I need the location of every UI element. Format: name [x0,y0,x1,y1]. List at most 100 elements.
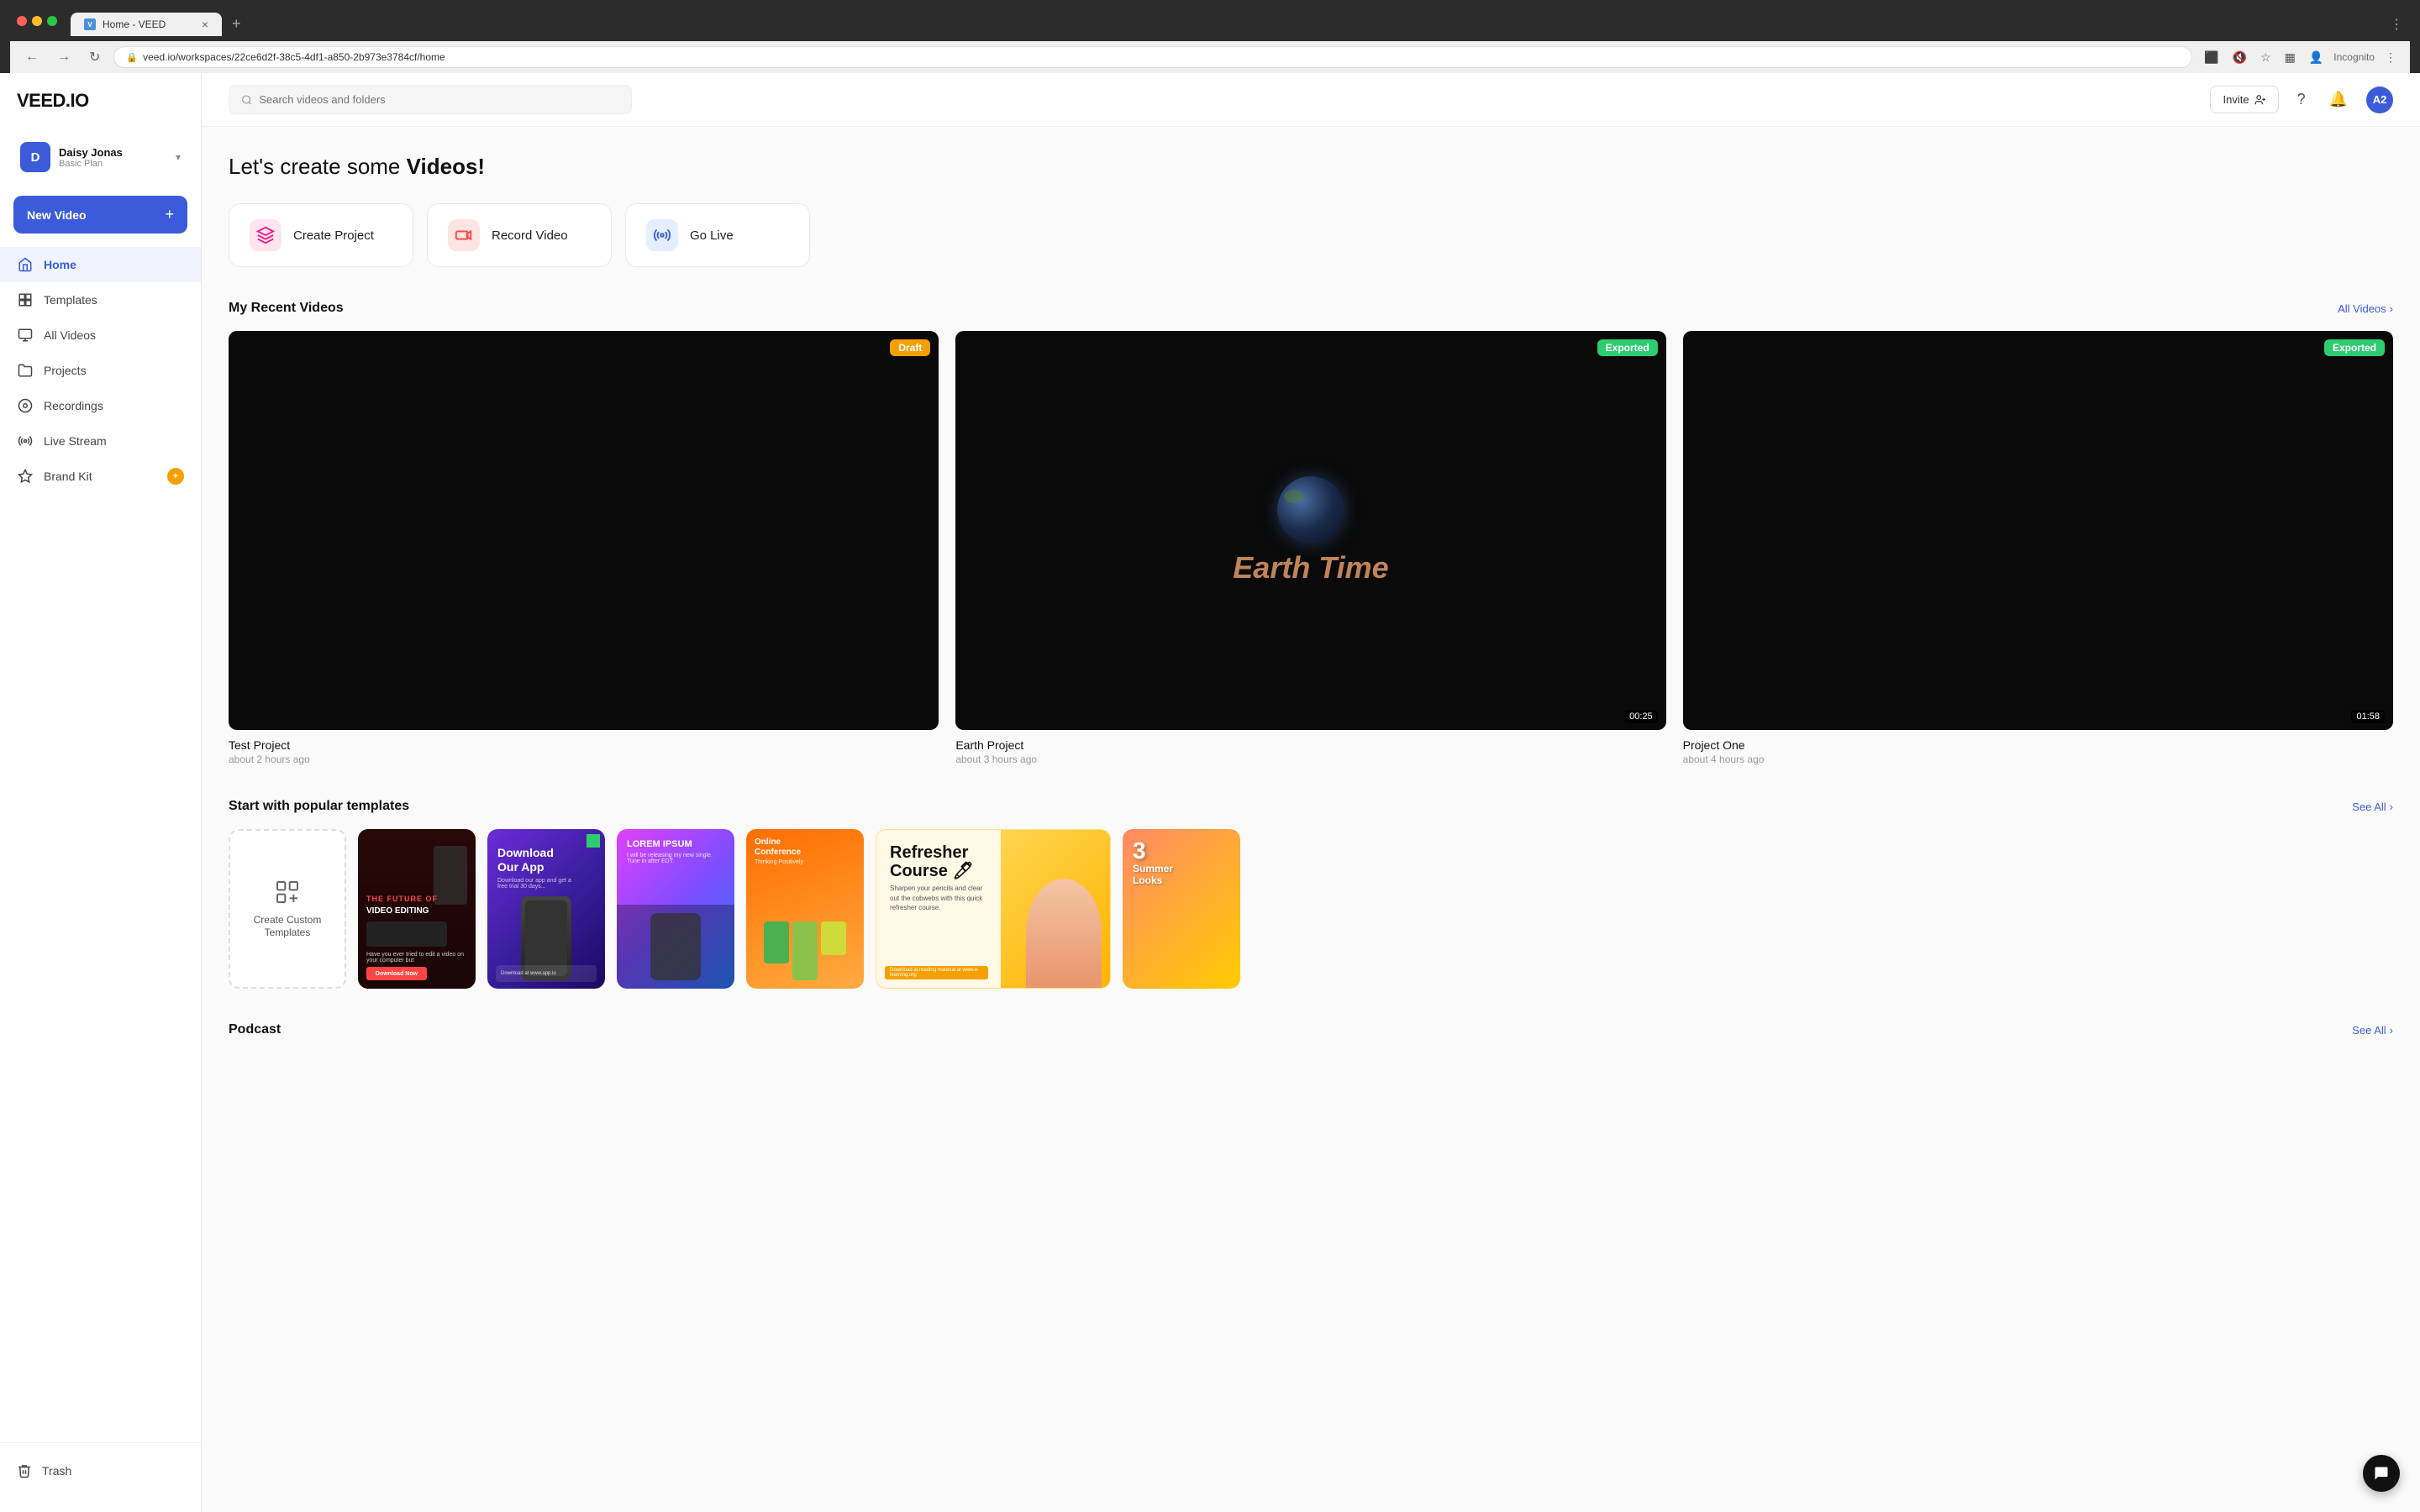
notifications-button[interactable]: 🔔 [2324,86,2353,113]
nav-items: Home Templates All Videos Projects [0,247,201,1442]
user-avatar-topbar[interactable]: A2 [2366,87,2393,113]
go-live-card[interactable]: Go Live [625,203,810,267]
video-card-test-project[interactable]: Draft Test Project about 2 hours ago [229,331,939,765]
sidebar-item-brand-kit[interactable]: Brand Kit + [0,459,201,494]
mute-button[interactable]: 🔇 [2229,47,2250,68]
video-time-test-project: about 2 hours ago [229,753,939,765]
logo-text: VEED.IO [17,90,89,111]
invite-label: Invite [2223,93,2249,106]
template-card-refresher-course[interactable]: RefresherCourse 🖊 Sharpen your pencils a… [876,829,1111,989]
brand-kit-badge: + [167,468,184,485]
record-video-icon [448,219,480,251]
templates-see-all-link[interactable]: See All › [2352,801,2393,813]
sidebar-button[interactable]: ▦ [2281,47,2299,68]
sidebar-item-all-videos[interactable]: All Videos [0,318,201,353]
tab-close-button[interactable]: × [202,18,208,31]
browser-chrome: V Home - VEED × + ⋮ ← → ↻ 🔒 veed.io/work… [0,0,2420,73]
video-thumbnail-test-project: Draft [229,331,939,730]
template-card-future-video[interactable]: THE FUTURE OF VIDEO EDITING Have you eve… [358,829,476,989]
page-title: Let's create some Videos! [229,154,2393,180]
video-badge-draft: Draft [890,339,930,356]
create-project-icon [250,219,281,251]
sidebar: VEED.IO D Daisy Jonas Basic Plan ▾ New V… [0,73,202,1512]
create-template-icon [274,879,301,906]
create-custom-templates-card[interactable]: Create Custom Templates [229,829,346,989]
sidebar-item-recordings[interactable]: Recordings [0,388,201,423]
invite-button[interactable]: Invite [2210,86,2278,113]
browser-tab-active[interactable]: V Home - VEED × [71,13,222,36]
new-video-button[interactable]: New Video + [13,196,187,234]
traffic-green[interactable] [47,16,57,26]
topbar: Invite ? 🔔 A2 [202,73,2420,127]
browser-menu-button[interactable]: ⋮ [2390,16,2403,33]
podcast-see-all-link[interactable]: See All › [2352,1024,2393,1037]
tab-title: Home - VEED [103,18,166,30]
incognito-label: Incognito [2333,51,2375,63]
template-card-lorem-ipsum[interactable]: LOREM IPSUM I will be releasing my new s… [617,829,734,989]
chat-widget-button[interactable] [2363,1455,2400,1492]
video-card-project-one[interactable]: Exported 01:58 Project One about 4 hours… [1683,331,2393,765]
search-icon [241,94,252,106]
sidebar-item-templates[interactable]: Templates [0,282,201,318]
logo: VEED.IO [0,87,201,129]
video-time-earth-project: about 3 hours ago [955,753,1665,765]
template-card-download-app[interactable]: DownloadOur App Download our app and get… [487,829,605,989]
sidebar-item-trash[interactable]: Trash [17,1457,184,1485]
create-project-card[interactable]: Create Project [229,203,413,267]
search-bar[interactable] [229,85,632,114]
recordings-icon [17,397,34,414]
recent-videos-header: My Recent Videos All Videos › [229,301,2393,316]
add-user-icon [2254,94,2266,106]
templates-header: Start with popular templates See All › [229,799,2393,814]
browser-more-button[interactable]: ⋮ [2381,47,2400,68]
plus-icon: + [165,206,174,223]
sidebar-item-label: Live Stream [44,434,107,448]
help-button[interactable]: ? [2292,86,2311,113]
sidebar-item-label: Projects [44,364,87,377]
sidebar-item-projects[interactable]: Projects [0,353,201,388]
traffic-red[interactable] [17,16,27,26]
action-cards: Create Project Record Video Go Live [229,203,2393,267]
all-videos-link[interactable]: All Videos › [2338,302,2393,315]
trash-label: Trash [42,1464,71,1478]
chat-icon [2373,1465,2390,1482]
traffic-yellow[interactable] [32,16,42,26]
template-card-summer-looks[interactable]: 3 SummerLooks [1123,829,1240,989]
page-title-part1: Let's create some [229,154,407,179]
video-grid: Draft Test Project about 2 hours ago Ear… [229,331,2393,765]
record-video-card[interactable]: Record Video [427,203,612,267]
sidebar-item-home[interactable]: Home [0,247,201,282]
reload-button[interactable]: ↻ [84,47,105,67]
templates-see-all-label: See All [2352,801,2386,813]
video-badge-exported-2: Exported [2324,339,2385,356]
user-info: Daisy Jonas Basic Plan [59,146,167,169]
podcast-title: Podcast [229,1022,281,1037]
cast-button[interactable]: ⬛ [2201,47,2222,68]
video-title-test-project: Test Project [229,738,939,752]
video-badge-exported: Exported [1597,339,1658,356]
user-profile-row[interactable]: D Daisy Jonas Basic Plan ▾ [13,135,187,179]
templates-grid: Create Custom Templates THE FUTURE OF VI… [229,829,2393,989]
video-card-earth-project[interactable]: Earth Time Exported 00:25 Earth Project … [955,331,1665,765]
back-button[interactable]: ← [20,48,44,66]
page-title-part2: Videos! [407,154,485,179]
new-tab-button[interactable]: + [225,12,248,36]
search-input[interactable] [259,93,619,106]
live-stream-icon [17,433,34,449]
sidebar-item-label: All Videos [44,328,96,342]
profile-button[interactable]: 👤 [2306,47,2327,68]
podcast-header: Podcast See All › [229,1022,2393,1037]
all-videos-icon [17,327,34,344]
address-bar[interactable]: 🔒 veed.io/workspaces/22ce6d2f-38c5-4df1-… [113,46,2192,68]
new-video-label: New Video [27,208,87,222]
record-video-label: Record Video [492,228,568,243]
bookmark-button[interactable]: ☆ [2257,47,2275,68]
template-card-online-conference[interactable]: OnlineConference Thinking Positively [746,829,864,989]
earth-globe-graphic [1277,476,1344,543]
sidebar-bottom: Trash [0,1442,201,1499]
sidebar-item-live-stream[interactable]: Live Stream [0,423,201,459]
templates-icon [17,291,34,308]
forward-button[interactable]: → [52,48,76,66]
url-text: veed.io/workspaces/22ce6d2f-38c5-4df1-a8… [143,51,445,63]
sidebar-item-label: Brand Kit [44,470,92,483]
